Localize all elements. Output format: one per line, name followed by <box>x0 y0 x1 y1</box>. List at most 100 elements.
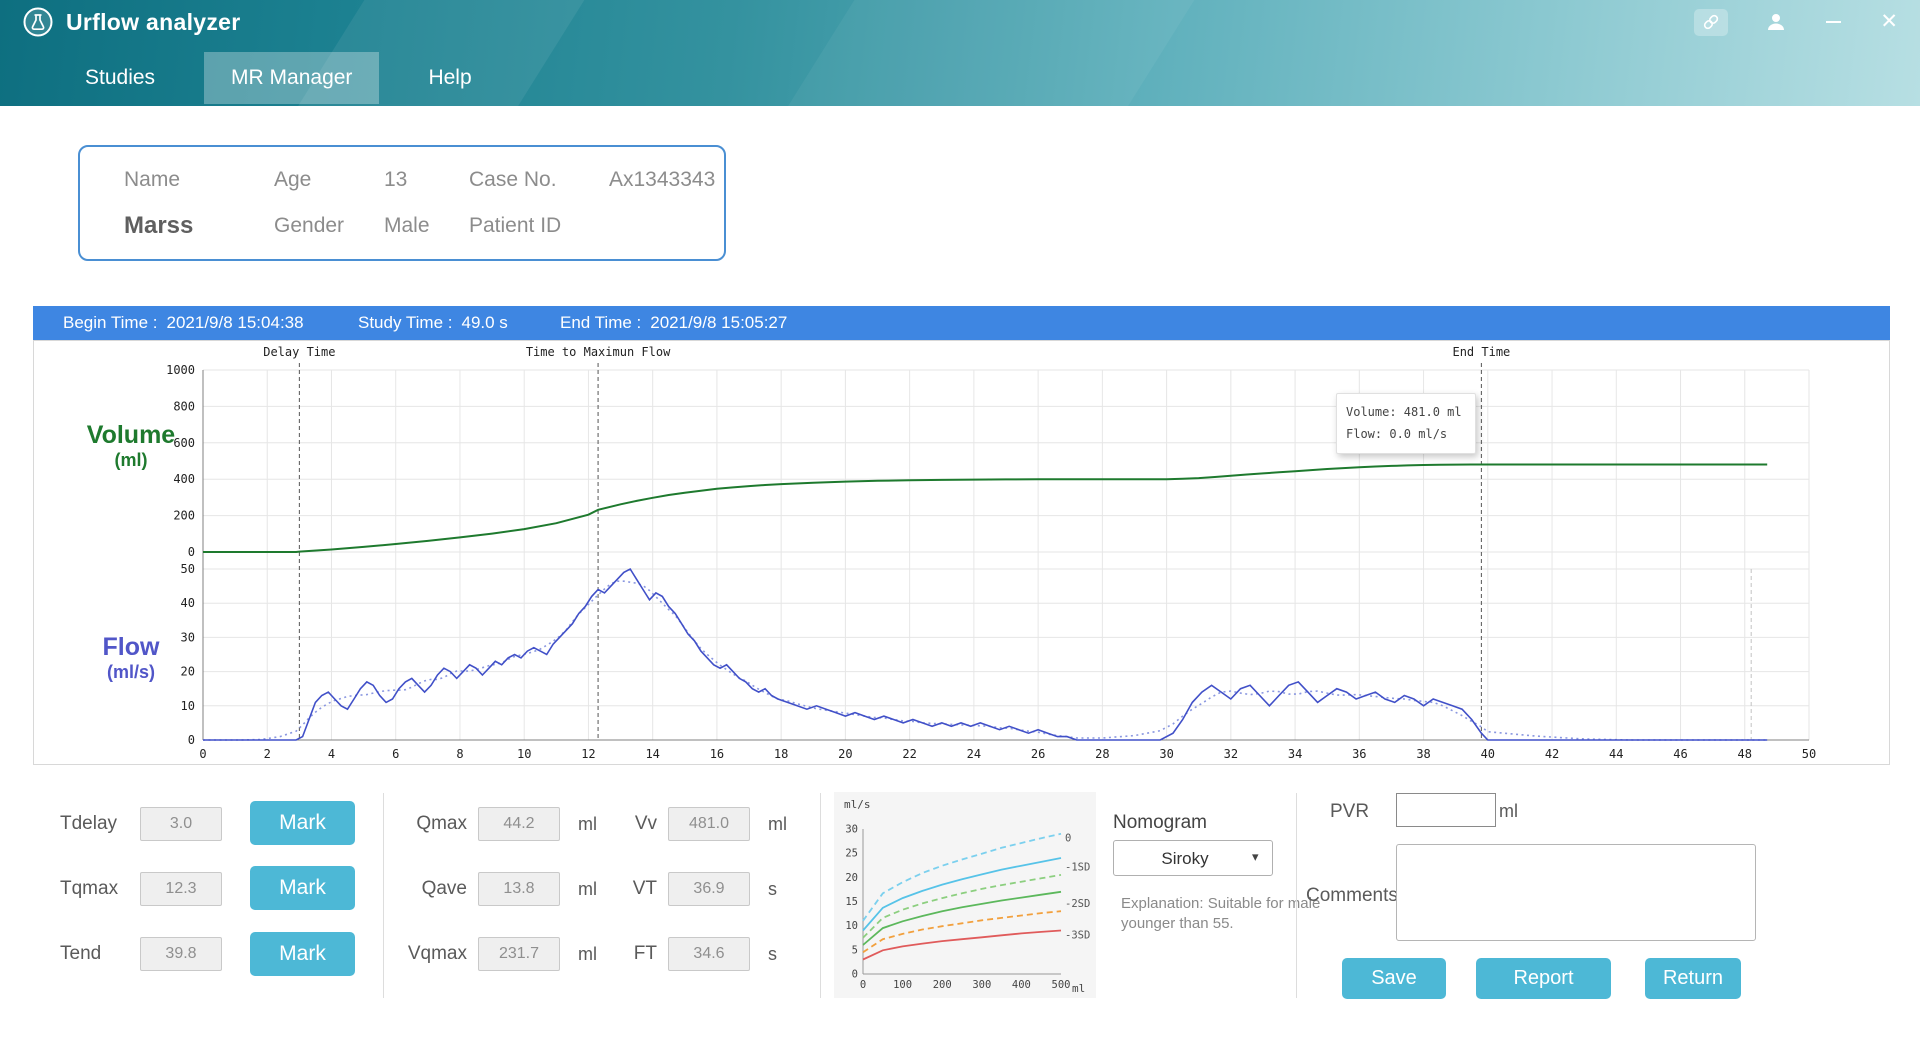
ft-unit: s <box>768 944 777 965</box>
tend-mark-button[interactable]: Mark <box>250 932 355 976</box>
comments-label: Comments <box>1306 885 1398 907</box>
link-button[interactable] <box>1694 9 1728 36</box>
report-button[interactable]: Report <box>1476 958 1611 999</box>
volume-axis-label: Volume (ml) <box>66 421 196 470</box>
svg-text:-3SD: -3SD <box>1065 929 1090 941</box>
nomogram-curve <box>863 931 1061 960</box>
qmax-input[interactable] <box>478 807 560 841</box>
tdelay-mark-button[interactable]: Mark <box>250 801 355 845</box>
tqmax-input[interactable] <box>140 872 222 906</box>
flow-smoothed-curve <box>203 581 1767 740</box>
tend-label: Tend <box>60 943 101 965</box>
nomogram-chart-canvas: 0510152025300100200300400500ml/sml0-1SD-… <box>834 792 1096 998</box>
ft-input[interactable] <box>668 937 750 971</box>
begin-time-value: 2021/9/8 15:04:38 <box>167 313 304 333</box>
app-logo-icon <box>22 6 54 38</box>
user-account-button[interactable] <box>1764 10 1788 34</box>
svg-text:0: 0 <box>188 733 195 747</box>
svg-text:Delay Time: Delay Time <box>263 345 335 359</box>
svg-text:Time to Maximun Flow: Time to Maximun Flow <box>526 345 671 359</box>
vt-input[interactable] <box>668 872 750 906</box>
svg-text:22: 22 <box>902 747 916 761</box>
svg-text:1000: 1000 <box>166 363 195 377</box>
chart-tooltip: Volume: 481.0 ml Flow: 0.0 ml/s <box>1336 393 1476 454</box>
svg-text:36: 36 <box>1352 747 1366 761</box>
nomogram-select[interactable]: Siroky <box>1113 840 1273 876</box>
svg-text:800: 800 <box>173 399 195 413</box>
svg-text:15: 15 <box>845 896 858 908</box>
nomogram-curve <box>863 875 1061 938</box>
svg-text:25: 25 <box>845 848 858 860</box>
vqmax-unit: ml <box>578 944 597 965</box>
svg-text:30: 30 <box>845 824 858 836</box>
tdelay-input[interactable] <box>140 807 222 841</box>
svg-text:42: 42 <box>1545 747 1559 761</box>
uroflow-chart-panel: 1000800600400200050403020100024681012141… <box>33 340 1890 765</box>
vt-label: VT <box>617 878 657 900</box>
svg-text:48: 48 <box>1738 747 1752 761</box>
tend-input[interactable] <box>140 937 222 971</box>
nomogram-chart: 0510152025300100200300400500ml/sml0-1SD-… <box>834 792 1096 998</box>
svg-text:0: 0 <box>188 545 195 559</box>
gender-label: Gender <box>274 214 384 238</box>
vv-input[interactable] <box>668 807 750 841</box>
menu-item-mr-manager[interactable]: MR Manager <box>204 52 379 104</box>
minimize-icon <box>1826 21 1841 23</box>
svg-text:ml/s: ml/s <box>844 798 871 811</box>
end-time: End Time : 2021/9/8 15:05:27 <box>560 306 787 340</box>
begin-time-label: Begin Time : <box>63 313 158 333</box>
svg-text:18: 18 <box>774 747 788 761</box>
svg-text:0: 0 <box>860 979 866 991</box>
svg-text:24: 24 <box>967 747 981 761</box>
svg-text:20: 20 <box>838 747 852 761</box>
study-time: Study Time : 49.0 s <box>358 306 508 340</box>
comments-textarea[interactable] <box>1396 844 1756 941</box>
svg-text:44: 44 <box>1609 747 1623 761</box>
save-button[interactable]: Save <box>1342 958 1446 999</box>
svg-text:0: 0 <box>852 969 858 981</box>
patient-info-card: Name Age 13 Case No. Ax1343343 Marss Gen… <box>78 145 726 261</box>
menu-bar: Studies MR Manager Help <box>0 52 1920 104</box>
svg-text:20: 20 <box>845 872 858 884</box>
tdelay-label: Tdelay <box>60 813 117 835</box>
svg-text:40: 40 <box>1481 747 1495 761</box>
end-time-label: End Time : <box>560 313 641 333</box>
case-no-label: Case No. <box>469 168 609 192</box>
svg-text:10: 10 <box>181 699 195 713</box>
patient-id-label: Patient ID <box>469 214 609 238</box>
tqmax-mark-button[interactable]: Mark <box>250 866 355 910</box>
age-label: Age <box>274 168 384 192</box>
svg-text:0: 0 <box>199 747 206 761</box>
flow-axis-label: Flow (ml/s) <box>66 633 196 682</box>
return-button[interactable]: Return <box>1645 958 1741 999</box>
ft-label: FT <box>617 943 657 965</box>
pvr-input[interactable] <box>1396 793 1496 827</box>
close-button[interactable]: ✕ <box>1880 12 1898 32</box>
nomogram-explanation: Explanation: Suitable for male younger t… <box>1121 894 1329 935</box>
svg-text:40: 40 <box>181 596 195 610</box>
menu-item-help[interactable]: Help <box>401 52 498 104</box>
divider <box>383 793 384 998</box>
pvr-unit: ml <box>1499 801 1518 822</box>
qmax-label: Qmax <box>385 813 467 835</box>
qave-label: Qave <box>385 878 467 900</box>
svg-text:34: 34 <box>1288 747 1302 761</box>
begin-time: Begin Time : 2021/9/8 15:04:38 <box>63 306 304 340</box>
patient-name-value: Marss <box>124 212 274 240</box>
svg-text:5: 5 <box>852 944 858 956</box>
divider <box>1296 793 1297 998</box>
menu-item-studies[interactable]: Studies <box>58 52 182 104</box>
svg-text:200: 200 <box>173 509 195 523</box>
minimize-button[interactable] <box>1824 12 1844 32</box>
svg-text:16: 16 <box>710 747 724 761</box>
qave-input[interactable] <box>478 872 560 906</box>
svg-text:2: 2 <box>264 747 271 761</box>
svg-text:46: 46 <box>1673 747 1687 761</box>
vqmax-input[interactable] <box>478 937 560 971</box>
svg-text:28: 28 <box>1095 747 1109 761</box>
study-time-value: 49.0 s <box>461 313 507 333</box>
svg-text:400: 400 <box>173 472 195 486</box>
svg-text:50: 50 <box>181 562 195 576</box>
tooltip-volume: Volume: 481.0 ml <box>1346 402 1466 424</box>
svg-text:-2SD: -2SD <box>1065 898 1090 910</box>
